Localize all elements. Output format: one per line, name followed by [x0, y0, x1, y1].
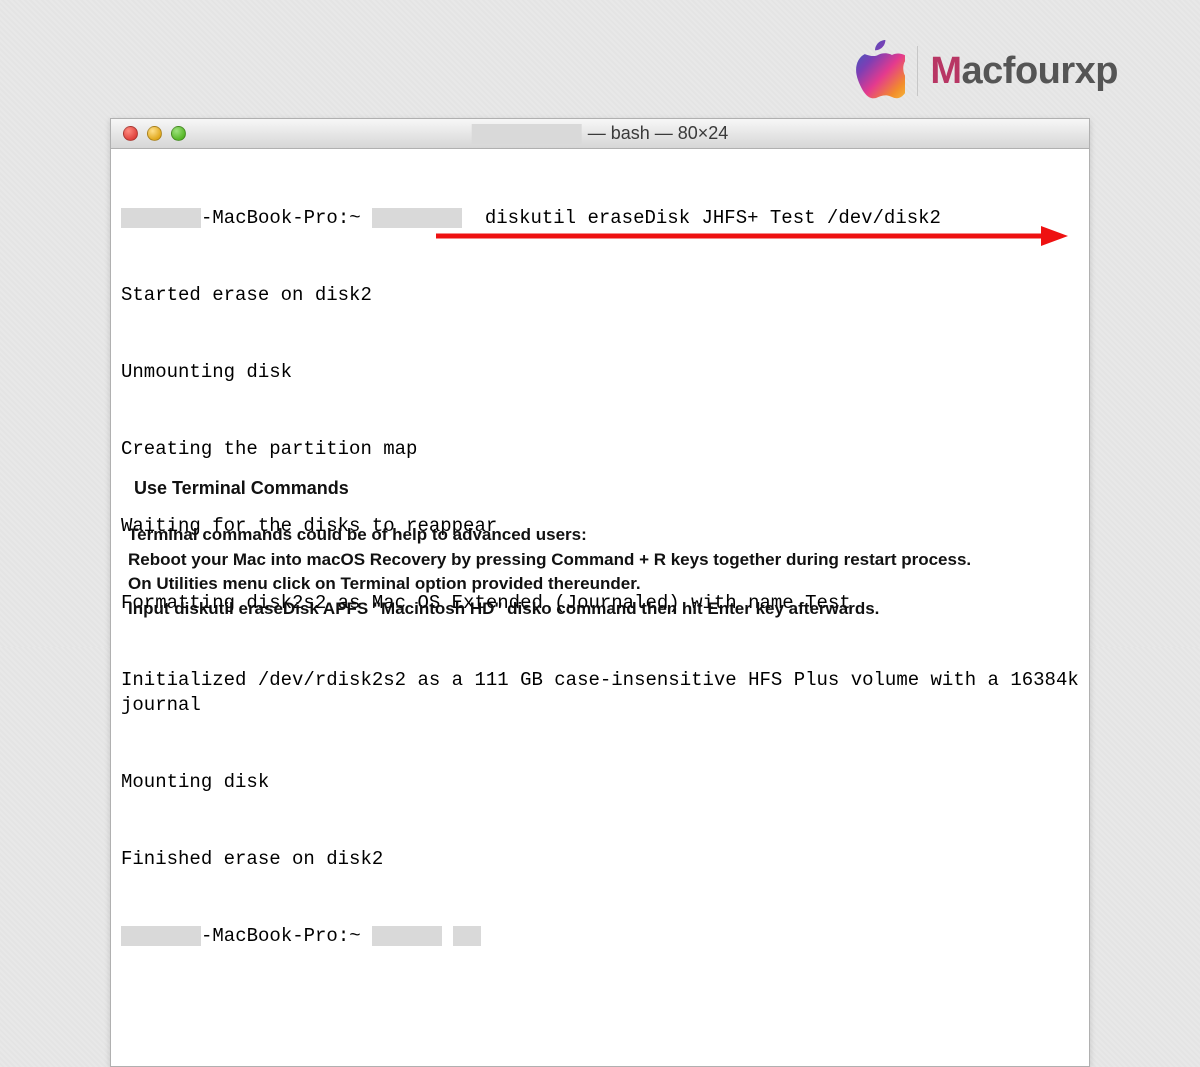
- terminal-line-prompt: -MacBook-Pro:~ diskutil eraseDisk JHFS+ …: [121, 206, 1079, 232]
- prompt-host: -MacBook-Pro:~: [201, 925, 361, 947]
- terminal-line: Mounting disk: [121, 770, 1079, 796]
- apple-logo-icon: [847, 40, 905, 102]
- zoom-button[interactable]: [171, 126, 186, 141]
- redacted-segment: [372, 926, 442, 946]
- terminal-line: Creating the partition map: [121, 437, 1079, 463]
- terminal-line: Initialized /dev/rdisk2s2 as a 111 GB ca…: [121, 668, 1079, 719]
- brand-wordmark-initial: M: [930, 50, 961, 93]
- redacted-user: [121, 926, 201, 946]
- redacted-path: [372, 208, 462, 228]
- brand-logo-block: Macfourxp: [847, 40, 1118, 102]
- terminal-line: Unmounting disk: [121, 360, 1079, 386]
- highlight-arrow-icon: [436, 175, 1068, 195]
- minimize-button[interactable]: [147, 126, 162, 141]
- redacted-segment: [453, 926, 481, 946]
- terminal-line-prompt: -MacBook-Pro:~: [121, 924, 1079, 950]
- brand-wordmark-rest: acfourxp: [962, 50, 1118, 93]
- terminal-line: Finished erase on disk2: [121, 847, 1079, 873]
- brand-wordmark: Macfourxp: [930, 50, 1118, 93]
- prompt-host: -MacBook-Pro:~: [201, 207, 361, 229]
- window-titlebar: — bash — 80×24: [111, 119, 1089, 149]
- window-title: — bash — 80×24: [472, 123, 729, 144]
- window-controls: [123, 126, 186, 141]
- article-paragraph: Input diskutil eraseDisk APFS "Macintosh…: [128, 597, 1088, 622]
- article-paragraph: On Utilities menu click on Terminal opti…: [128, 572, 1088, 597]
- redacted-title-segment: [472, 124, 582, 144]
- terminal-line: Started erase on disk2: [121, 283, 1079, 309]
- article-body: Use Terminal Commands Terminal commands …: [128, 478, 1088, 622]
- terminal-command: diskutil eraseDisk JHFS+ Test /dev/disk2: [485, 207, 941, 229]
- close-button[interactable]: [123, 126, 138, 141]
- article-paragraph: Terminal commands could be of help to ad…: [128, 523, 1088, 548]
- brand-divider: [917, 46, 918, 96]
- article-heading: Use Terminal Commands: [134, 478, 1088, 499]
- article-paragraph: Reboot your Mac into macOS Recovery by p…: [128, 548, 1088, 573]
- redacted-user: [121, 208, 201, 228]
- window-title-text: — bash — 80×24: [588, 123, 729, 144]
